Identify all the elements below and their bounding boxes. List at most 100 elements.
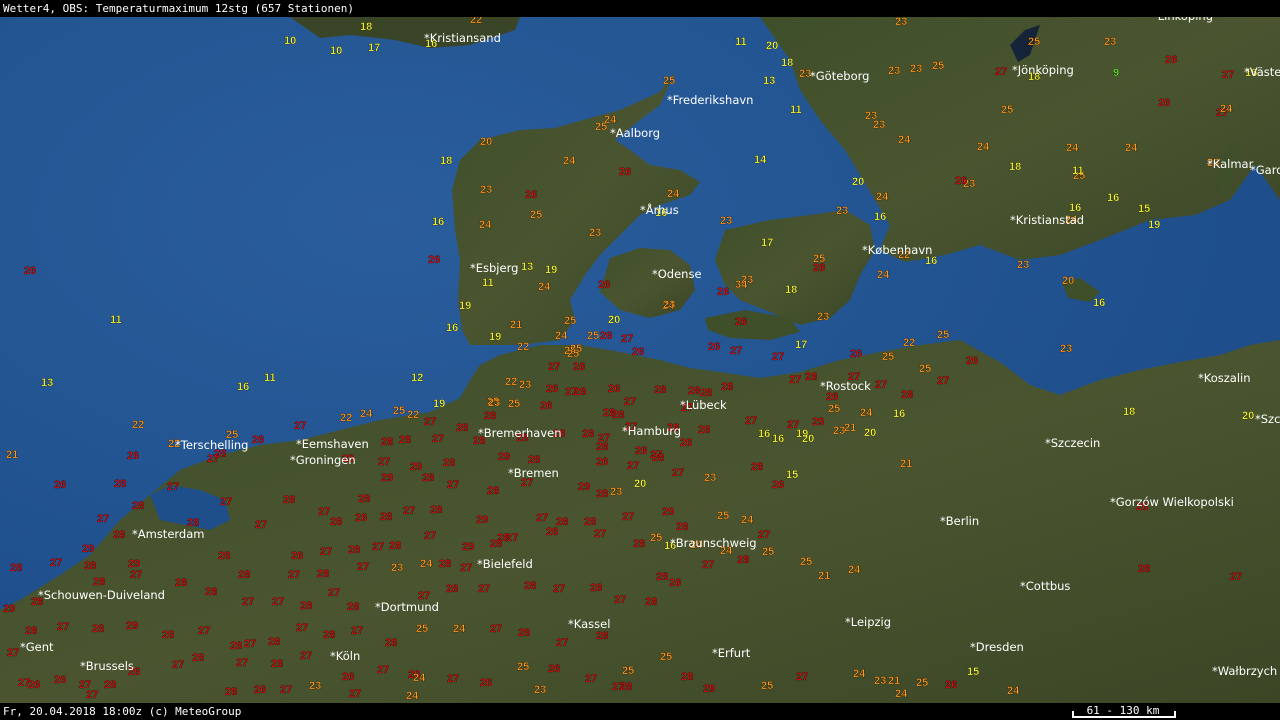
station-temperature: 16: [237, 381, 249, 393]
station-temperature: 27: [424, 416, 436, 428]
station-temperature: 27: [460, 562, 472, 574]
station-temperature: 23: [534, 684, 546, 696]
station-temperature: 28: [238, 569, 250, 581]
station-temperature: 25: [587, 330, 599, 342]
station-temperature: 27: [272, 596, 284, 608]
station-temperature: 28: [225, 686, 237, 698]
station-temperature: 26: [548, 663, 560, 675]
station-temperature: 23: [480, 184, 492, 196]
station-temperature: 28: [596, 441, 608, 453]
station-temperature: 28: [323, 629, 335, 641]
weather-map[interactable]: 1010 17181622 2325 2323 23 25 27262711 20182313…: [0, 0, 1280, 720]
station-temperature: 28: [596, 630, 608, 642]
station-temperature: 26: [546, 383, 558, 395]
station-temperature: 26: [24, 265, 36, 277]
station-temperature: 23: [910, 63, 922, 75]
station-temperature: 13: [41, 377, 53, 389]
station-temperature: 27: [300, 650, 312, 662]
station-temperature: 29: [462, 541, 474, 553]
station-temperature: 19: [545, 264, 557, 276]
station-temperature: 24: [1007, 685, 1020, 697]
station-temperature: 27: [357, 561, 369, 573]
station-temperature: 24: [1220, 103, 1233, 115]
station-temperature: 28: [317, 568, 329, 580]
station-temperature: 18: [360, 21, 372, 33]
station-temperature: 27: [1230, 571, 1242, 583]
station-temperature: 27: [288, 569, 300, 581]
station-temperature: 28: [84, 560, 96, 572]
station-temperature: 23: [610, 486, 622, 498]
station-temperature: 21: [818, 570, 830, 582]
station-temperature: 28: [358, 493, 370, 505]
station-temperature: 23: [1060, 343, 1072, 355]
station-temperature: 24: [1125, 142, 1138, 154]
station-temperature: 28: [574, 386, 586, 398]
station-temperature: 27: [745, 415, 757, 427]
station-temperature: 25: [916, 677, 928, 689]
station-temperature: 11: [264, 372, 276, 384]
station-temperature: 28: [612, 409, 624, 421]
station-temperature: 28: [348, 544, 360, 556]
city-label: *Kristiansand: [424, 31, 501, 45]
station-temperature: 20: [608, 314, 620, 326]
station-temperature: 27: [594, 528, 606, 540]
station-temperature: 28: [132, 500, 144, 512]
station-temperature: 28: [681, 671, 693, 683]
station-temperature: 18: [440, 155, 452, 167]
station-temperature: 26: [608, 383, 620, 395]
station-temperature: 28: [620, 681, 632, 693]
station-temperature: 16: [432, 216, 444, 228]
station-temperature: 27: [432, 433, 444, 445]
station-temperature: 25: [717, 510, 729, 522]
station-temperature: 25: [595, 121, 607, 133]
station-temperature: 23: [817, 311, 829, 323]
station-temperature: 27: [614, 594, 626, 606]
station-temperature: 28: [518, 627, 530, 639]
station-temperature: 15: [967, 666, 979, 678]
station-temperature: 27: [349, 688, 361, 700]
station-temperature: 27: [478, 583, 490, 595]
station-temperature: 27: [220, 496, 232, 508]
station-temperature: 19: [433, 398, 445, 410]
station-temperature: 27: [280, 684, 292, 696]
map-title-bar: Wetter4, OBS: Temperaturmaximum 12stg (6…: [0, 0, 1280, 17]
station-temperature: 29: [578, 481, 590, 493]
station-temperature: 24: [667, 188, 680, 200]
map-scale-tick-right: [1174, 711, 1176, 718]
station-temperature: 23: [391, 562, 403, 574]
city-label: *Dortmund: [375, 600, 439, 614]
station-temperature: 13: [763, 75, 775, 87]
city-label: *Bremen: [508, 466, 559, 480]
station-temperature: 28: [737, 554, 749, 566]
station-temperature: 22: [132, 419, 144, 431]
station-temperature: 27: [198, 625, 210, 637]
station-temperature: 28: [688, 385, 700, 397]
station-temperature: 16: [1093, 297, 1105, 309]
station-temperature: 10: [330, 45, 342, 57]
station-temperature: 29: [498, 451, 510, 463]
station-temperature: 26: [342, 671, 354, 683]
station-temperature: 28: [487, 485, 499, 497]
station-temperature: 20: [852, 176, 864, 188]
station-temperature: 27: [172, 659, 184, 671]
station-temperature: 28: [446, 583, 458, 595]
station-temperature: 26: [28, 679, 40, 691]
station-temperature: 27: [318, 506, 330, 518]
station-temperature: 29: [476, 514, 488, 526]
station-temperature: 25: [622, 665, 634, 677]
station-temperature: 28: [385, 637, 397, 649]
station-temperature: 27: [1222, 69, 1234, 81]
station-temperature: 19: [1148, 219, 1160, 231]
station-temperature: 26: [540, 400, 552, 412]
station-temperature: 26: [54, 674, 66, 686]
station-temperature: 25: [761, 680, 773, 692]
station-temperature: 27: [86, 689, 98, 701]
station-temperature: 24: [420, 558, 433, 570]
station-temperature: 28: [656, 571, 668, 583]
station-temperature: 26: [619, 166, 631, 178]
station-temperature: 18: [1123, 406, 1135, 418]
city-label: *Szczecin: [1045, 436, 1100, 450]
station-temperature: 25: [508, 398, 520, 410]
station-temperature: 24: [977, 141, 990, 153]
station-temperature: 28: [399, 434, 411, 446]
